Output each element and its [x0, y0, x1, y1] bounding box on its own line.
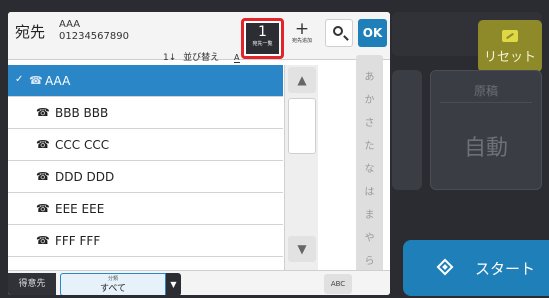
- destination-list-inner: 1 宛先一覧: [246, 23, 279, 54]
- contact-row-ddd[interactable]: ☎ DDD DDD: [8, 161, 283, 193]
- phone-icon: ☎: [36, 170, 50, 183]
- index-a[interactable]: あ: [356, 68, 383, 83]
- reset-button[interactable]: リセット: [478, 20, 542, 72]
- start-icon: [436, 258, 454, 276]
- destination-label: 宛先: [15, 23, 46, 41]
- check-icon: ✓: [15, 74, 24, 85]
- search-button[interactable]: [325, 19, 353, 47]
- contact-list: ✓ ☎ AAA ☎ BBB BBB ☎ CCC CCC ☎ DDD DDD ☎ …: [8, 65, 283, 257]
- contact-name: FFF FFF: [55, 234, 101, 248]
- sort-toggle-icon[interactable]: A: [234, 53, 240, 63]
- phone-icon: ☎: [36, 202, 50, 215]
- destination-count: 1: [258, 24, 267, 40]
- original-panel-value: 自動: [463, 136, 508, 161]
- index-ka[interactable]: か: [356, 91, 383, 106]
- kana-index-bar: あ か さ た な は ま や ら わ: [356, 55, 383, 290]
- abc-index-button[interactable]: ABC: [324, 274, 352, 294]
- sort-label[interactable]: 並び替え: [183, 50, 219, 63]
- category-filter-label: 分類: [107, 276, 118, 282]
- contact-name: DDD DDD: [55, 170, 115, 184]
- index-sa[interactable]: さ: [356, 114, 383, 129]
- sort-row[interactable]: 1↓ 並び替え A: [163, 50, 240, 63]
- background-panel-left: [392, 70, 422, 190]
- index-ya[interactable]: や: [356, 229, 383, 244]
- destination-list-button[interactable]: 1 宛先一覧: [241, 18, 284, 59]
- contact-row-fff[interactable]: ☎ FFF FFF: [8, 225, 283, 257]
- scroll-down-button[interactable]: ▼: [288, 236, 316, 262]
- index-ma[interactable]: ま: [356, 206, 383, 221]
- phone-icon: ☎: [36, 106, 50, 119]
- favorites-tab[interactable]: 得意先: [8, 273, 56, 295]
- phone-icon: ☎: [29, 74, 43, 87]
- contact-name: EEE EEE: [55, 202, 105, 216]
- divider: [440, 102, 532, 103]
- ok-button[interactable]: OK: [358, 19, 387, 47]
- chevron-down-icon[interactable]: ▼: [166, 273, 181, 295]
- sort-order-icon: 1↓: [163, 53, 177, 63]
- list-scrollbar[interactable]: ▲ ▼: [284, 65, 318, 270]
- contact-row-bbb[interactable]: ☎ BBB BBB: [8, 97, 283, 129]
- reset-label: リセット: [483, 50, 536, 65]
- plus-icon: +: [294, 19, 310, 39]
- start-button[interactable]: スタート: [403, 240, 549, 296]
- index-ha[interactable]: は: [356, 183, 383, 198]
- contact-row-ccc[interactable]: ☎ CCC CCC: [8, 129, 283, 161]
- scroll-thumb[interactable]: [288, 98, 316, 154]
- contact-name: BBB BBB: [55, 106, 109, 120]
- add-destination-button[interactable]: + 宛先追加: [288, 20, 316, 50]
- phone-icon: ☎: [36, 138, 50, 151]
- contact-name: AAA: [45, 74, 71, 88]
- original-panel-title: 原稿: [473, 84, 498, 98]
- dialog-footer: 得意先 分類 すべて ▼ ABC: [8, 270, 390, 295]
- add-destination-label: 宛先追加: [291, 38, 312, 44]
- reset-icon: [502, 30, 518, 42]
- destination-number: 01234567890: [59, 31, 129, 42]
- contact-name: CCC CCC: [55, 138, 110, 152]
- destination-name: AAA: [59, 19, 81, 30]
- scroll-up-button[interactable]: ▲: [288, 67, 316, 93]
- index-ta[interactable]: た: [356, 137, 383, 152]
- destination-list-label: 宛先一覧: [252, 41, 273, 47]
- start-label: スタート: [475, 260, 536, 278]
- phone-icon: ☎: [36, 234, 50, 247]
- search-icon: [333, 26, 343, 36]
- category-filter-value: すべて: [99, 284, 126, 294]
- index-na[interactable]: な: [356, 160, 383, 175]
- index-ra[interactable]: ら: [356, 252, 383, 267]
- category-filter[interactable]: 分類 すべて: [60, 273, 166, 295]
- contact-row-eee[interactable]: ☎ EEE EEE: [8, 193, 283, 225]
- contact-row-aaa[interactable]: ✓ ☎ AAA: [8, 65, 283, 97]
- address-book-dialog: 宛先 AAA 01234567890 1 宛先一覧 + 宛先追加 OK 1↓ 並…: [8, 12, 390, 295]
